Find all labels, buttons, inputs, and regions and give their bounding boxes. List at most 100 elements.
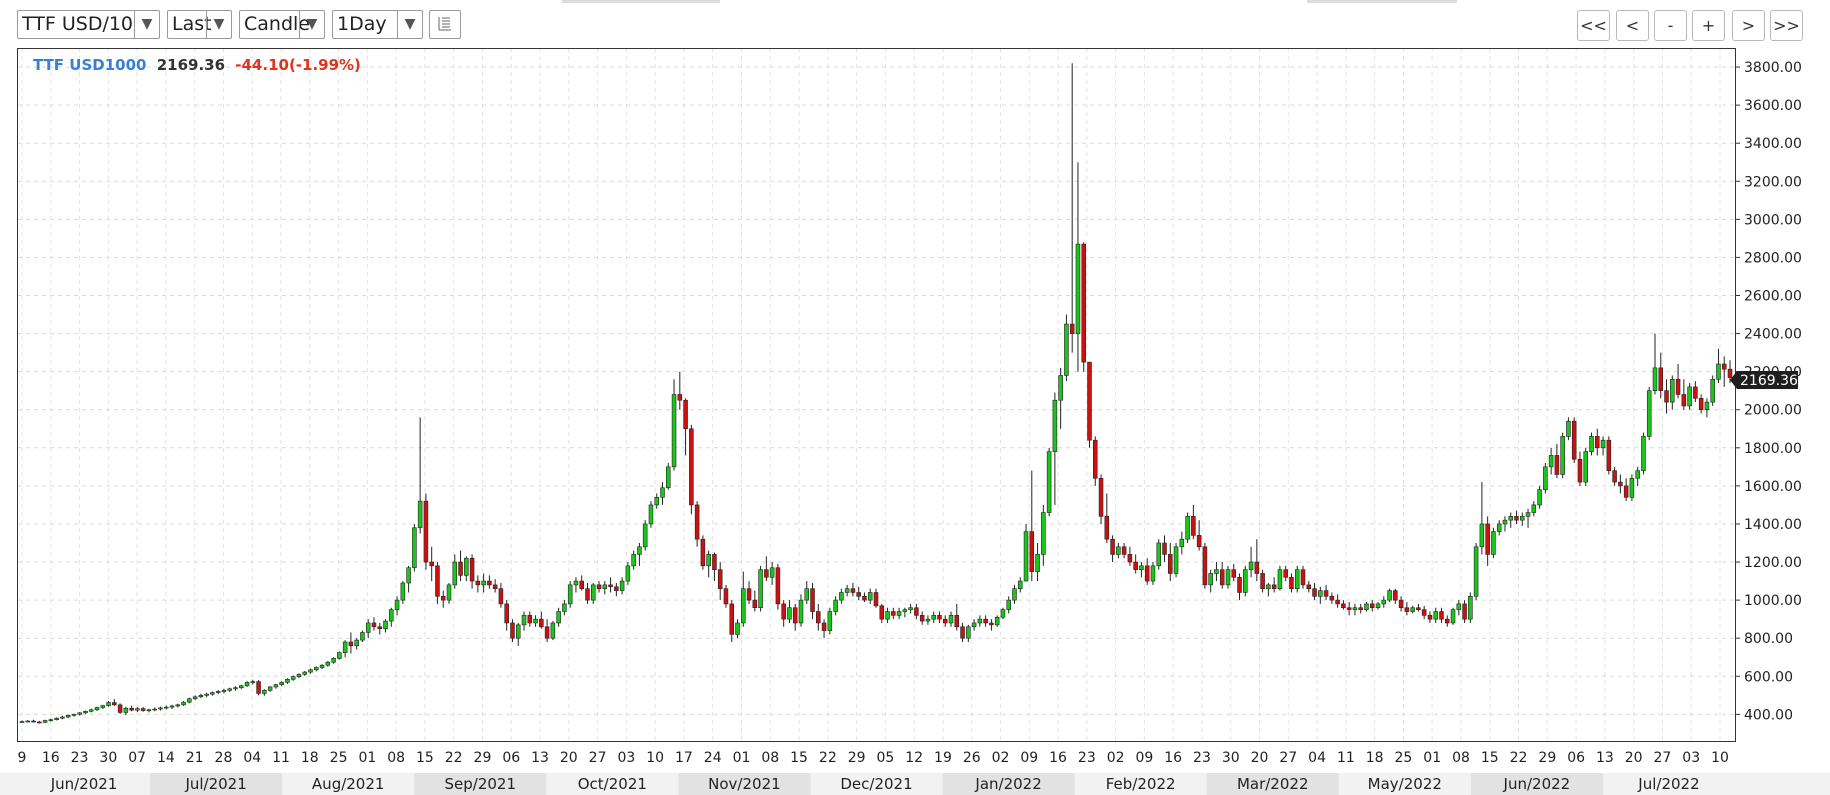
candle-up	[1450, 609, 1456, 624]
candle-up	[1496, 523, 1502, 532]
list-icon	[438, 17, 451, 31]
candle-up	[337, 652, 342, 659]
candle-down	[1168, 554, 1173, 574]
candle-down	[689, 428, 694, 506]
x-tick-label: 12	[905, 750, 923, 766]
candle-up	[1537, 489, 1542, 506]
candle-up	[931, 615, 936, 620]
candle-up	[71, 714, 77, 716]
candle-down	[1358, 607, 1363, 610]
candle-up	[1433, 611, 1438, 620]
y-tick-label: 1400.00	[1744, 517, 1802, 533]
x-tick-label: 04	[1308, 750, 1326, 766]
candle-up	[827, 611, 833, 631]
candle-up	[123, 707, 129, 713]
candle-up	[1491, 531, 1496, 555]
candle-up	[706, 554, 711, 567]
candle-up	[1646, 390, 1652, 437]
candle-down	[937, 615, 942, 620]
x-tick-label: 25	[330, 750, 348, 766]
x-tick-label: 02	[1107, 750, 1125, 766]
candle-down	[348, 641, 354, 647]
candle-up	[1006, 599, 1011, 610]
candle-up	[1635, 470, 1640, 479]
candle-up	[394, 599, 400, 610]
candle-down	[423, 500, 429, 563]
price-chart[interactable]: 3800.00 3600.00 3400.00 3200.00 3000.00 2800.…	[0, 48, 1830, 795]
chart-style-select[interactable]: Candle ▼	[239, 10, 325, 39]
month-label: Jun/2022	[1503, 775, 1571, 793]
scroll-forward-button[interactable]: >	[1732, 10, 1765, 41]
candle-up	[60, 716, 65, 719]
candle-down	[585, 588, 590, 601]
x-tick-label: 20	[1251, 750, 1269, 766]
candle-up	[867, 592, 873, 601]
candle-down	[492, 584, 498, 589]
candle-down	[1571, 420, 1577, 460]
zoom-out-button[interactable]: -	[1654, 10, 1687, 41]
candle-up	[342, 641, 348, 653]
candle-up	[65, 714, 71, 718]
list-button[interactable]	[429, 10, 461, 39]
candle-up	[631, 554, 636, 567]
y-tick-label: 1600.00	[1744, 479, 1802, 495]
candle-down	[1029, 531, 1035, 572]
candle-up	[925, 618, 931, 622]
candle-down	[1618, 481, 1623, 487]
candle-down	[37, 721, 42, 724]
x-tick-label: 17	[675, 750, 693, 766]
candle-up	[48, 719, 54, 721]
candle-up	[515, 624, 521, 639]
x-tick-label: 27	[1654, 750, 1672, 766]
candle-down	[1087, 361, 1092, 441]
candle-down	[792, 607, 798, 624]
candle-up	[1058, 375, 1063, 401]
y-tick-label: 400.00	[1744, 707, 1793, 723]
candle-down	[1329, 596, 1335, 601]
candle-up	[977, 618, 983, 624]
candle-down	[1554, 455, 1560, 475]
month-label: Dec/2021	[840, 775, 912, 793]
candle-up	[267, 686, 273, 691]
candle-up	[279, 682, 284, 685]
candle-down	[1444, 618, 1450, 624]
candle-up	[948, 615, 954, 624]
x-tick-label: 9	[18, 750, 27, 766]
scrollbar-top-left[interactable]	[562, 0, 720, 3]
candle-up	[233, 687, 238, 690]
scroll-first-button[interactable]: <<	[1577, 10, 1610, 41]
candle-up	[244, 682, 250, 687]
candle-down	[1335, 599, 1340, 605]
candle-up	[446, 584, 452, 601]
candle-up	[660, 487, 665, 498]
candle-up	[521, 615, 527, 626]
candle-up	[562, 603, 567, 612]
candle-down	[1693, 386, 1698, 399]
interval-select[interactable]: 1Day ▼	[332, 10, 423, 39]
candle-up	[210, 692, 215, 695]
scroll-last-button[interactable]: >>	[1770, 10, 1803, 41]
price-type-select[interactable]: Last ▼	[167, 10, 232, 39]
month-label: Nov/2021	[708, 775, 781, 793]
candle-down	[1623, 485, 1629, 498]
candle-up	[1179, 538, 1185, 548]
candle-up	[285, 679, 290, 683]
scrollbar-top-right[interactable]	[1307, 0, 1457, 3]
x-tick-label: 21	[186, 750, 204, 766]
candle-up	[290, 676, 296, 680]
x-tick-label: 24	[704, 750, 722, 766]
candle-up	[1508, 516, 1513, 521]
candles	[19, 63, 1733, 724]
candle-up	[1023, 531, 1029, 582]
zoom-in-button[interactable]: +	[1692, 10, 1725, 41]
candle-down	[504, 603, 509, 624]
candle-up	[1687, 386, 1692, 407]
scroll-back-button[interactable]: <	[1616, 10, 1649, 41]
candle-down	[1681, 394, 1687, 407]
candle-up	[1375, 603, 1381, 609]
candle-down	[752, 599, 758, 609]
month-label: Aug/2021	[312, 775, 385, 793]
candle-down	[1439, 611, 1444, 620]
symbol-select[interactable]: TTF USD/1000 ▼	[17, 10, 160, 39]
candle-up	[619, 580, 625, 591]
